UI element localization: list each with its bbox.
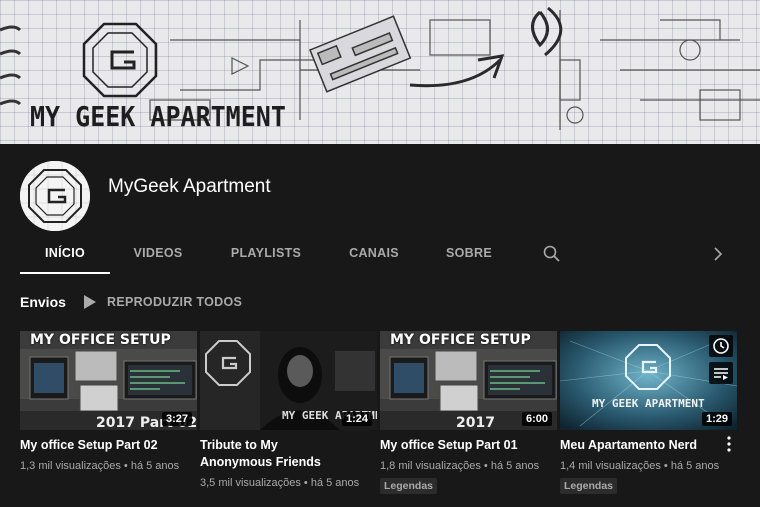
video-title[interactable]: My office Setup Part 02	[20, 437, 170, 454]
video-card[interactable]: MY OFFICE SETUP 2017 Part 02 3:27 My off…	[20, 331, 197, 472]
watch-later-icon[interactable]	[709, 335, 733, 357]
tab-sobre[interactable]: SOBRE	[434, 235, 504, 272]
thumbnail-year: 2017	[456, 415, 495, 430]
add-to-queue-icon[interactable]	[709, 362, 733, 384]
video-card[interactable]: MY OFFICE SETUP 2017 6:00 My office Setu…	[380, 331, 557, 494]
octagon-logo-icon	[20, 161, 90, 231]
duration-badge: 1:24	[341, 412, 372, 426]
more-vert-icon[interactable]	[721, 435, 737, 453]
video-card[interactable]: MY GEEK APARTMENT 1:24 Tribute to My Ano…	[200, 331, 377, 489]
video-thumbnail[interactable]: MY GEEK APARTMENT 1:24	[200, 331, 377, 430]
subtitles-badge: Legendas	[560, 478, 618, 494]
banner-logo-text: MY GEEK APARTMENT	[30, 100, 286, 133]
video-title[interactable]: Meu Apartamento Nerd	[560, 437, 710, 454]
play-icon	[84, 295, 96, 309]
video-title[interactable]: Tribute to My Anonymous Friends	[200, 437, 350, 471]
subtitles-badge: Legendas	[380, 478, 438, 494]
video-meta: 1,4 mil visualizações • há 5 anos	[560, 460, 720, 472]
play-all-label: REPRODUZIR TODOS	[107, 295, 243, 309]
channel-name: MyGeek Apartment	[108, 176, 271, 197]
thumbnail-text: MY OFFICE SETUP	[390, 332, 531, 348]
tab-canais[interactable]: CANAIS	[336, 235, 412, 272]
thumbnail-text: MY GEEK APARTMENT	[592, 397, 705, 410]
section-title: Envios	[20, 294, 66, 310]
duration-badge: 3:27	[161, 412, 192, 426]
thumbnail-text: MY OFFICE SETUP	[30, 332, 171, 348]
duration-badge: 1:29	[701, 412, 732, 426]
video-thumbnail[interactable]: MY OFFICE SETUP 2017 Part 02 3:27	[20, 331, 197, 430]
channel-tabs: INÍCIO VIDEOS PLAYLISTS CANAIS SOBRE	[20, 235, 740, 274]
video-meta: 1,3 mil visualizações • há 5 anos	[20, 460, 180, 472]
video-card[interactable]: MY GEEK APARTMENT 1:29 Meu Apartamento N…	[560, 331, 737, 494]
tab-inicio[interactable]: INÍCIO	[20, 235, 110, 274]
tab-videos[interactable]: VIDEOS	[120, 235, 196, 272]
video-thumbnail[interactable]: MY OFFICE SETUP 2017 6:00	[380, 331, 557, 430]
video-meta: 3,5 mil visualizações • há 5 anos	[200, 477, 360, 489]
duration-badge: 6:00	[521, 412, 552, 426]
video-title[interactable]: My office Setup Part 01	[380, 437, 530, 454]
tab-playlists[interactable]: PLAYLISTS	[220, 235, 312, 272]
channel-avatar[interactable]	[20, 161, 90, 231]
channel-banner: MY GEEK APARTMENT	[0, 0, 760, 144]
chevron-right-icon[interactable]	[708, 244, 728, 264]
search-icon[interactable]	[542, 244, 562, 264]
video-meta: 1,8 mil visualizações • há 5 anos	[380, 460, 540, 472]
video-thumbnail[interactable]: MY GEEK APARTMENT 1:29	[560, 331, 737, 430]
